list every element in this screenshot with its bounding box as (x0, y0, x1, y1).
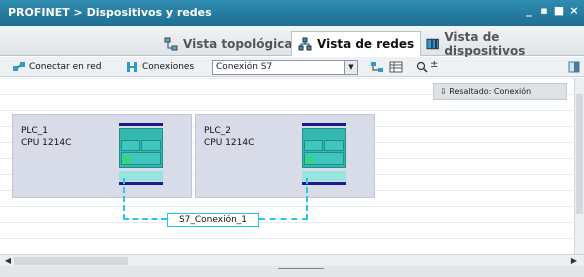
module-interface (302, 171, 346, 181)
zoom-stepper[interactable]: ± (430, 59, 438, 70)
zoom-icon[interactable] (416, 61, 428, 73)
tab-topology-label: Vista topológica (183, 36, 293, 51)
highlight-mode-label: ⇩ Resaltado: Conexión (433, 83, 567, 100)
tab-device-label: Vista de dispositivos (444, 29, 526, 58)
plc-module[interactable] (302, 123, 346, 185)
network-canvas[interactable]: ⇩ Resaltado: Conexión PLC_1 CPU 1214C PL… (0, 78, 574, 254)
scroll-right-icon[interactable]: ▶ (568, 256, 580, 266)
connection-label[interactable]: S7_Conexión_1 (167, 213, 259, 227)
connections-button[interactable]: Conexiones (121, 61, 198, 73)
plc-module[interactable] (119, 123, 163, 185)
module-bottom-bar (119, 182, 163, 185)
table-view-icon[interactable] (389, 61, 403, 73)
connect-network-icon (13, 61, 25, 71)
horizontal-scrollbar[interactable]: ◀ ▶ (0, 254, 584, 266)
module-top-bar (119, 123, 163, 126)
network-toolbar: Conectar en red Conexiones Conexión S7 ▼… (0, 57, 584, 77)
connection-line[interactable] (306, 178, 308, 220)
pin-icon: ⇩ (440, 87, 447, 96)
module-body (302, 128, 346, 168)
title-bar: PROFINET > Dispositivos y redes _ ▪ ■ × (0, 0, 584, 26)
device-plc-1[interactable]: PLC_1 CPU 1214C (12, 114, 192, 198)
splitter-bar (0, 266, 584, 277)
splitter-handle[interactable] (278, 268, 324, 275)
window-controls: _ ▪ ■ × (523, 5, 580, 17)
module-interface (119, 171, 163, 181)
module-top-bar (302, 123, 346, 126)
view-tab-bar: Vista topológica Vista de redes Vista de… (0, 26, 584, 58)
window-title: PROFINET > Dispositivos y redes (8, 6, 212, 19)
chevron-down-icon[interactable]: ▼ (344, 61, 357, 74)
connections-icon (127, 61, 137, 72)
tab-network-view[interactable]: Vista de redes (291, 31, 422, 56)
device-cpu: CPU 1214C (204, 138, 255, 148)
module-slot (141, 140, 161, 151)
connect-network-label: Conectar en red (29, 61, 102, 72)
module-bottom-bar (302, 182, 346, 185)
connections-label: Conexiones (142, 61, 195, 72)
connection-line[interactable] (123, 218, 167, 220)
device-icon (426, 38, 439, 49)
connection-line[interactable] (259, 218, 308, 220)
restore-icon[interactable]: ▪ (538, 5, 550, 17)
tab-network-label: Vista de redes (317, 36, 415, 51)
panel-toggle-icon[interactable] (568, 61, 580, 73)
maximize-icon[interactable]: ■ (553, 5, 565, 17)
module-slot (121, 140, 140, 151)
network-icon (298, 37, 312, 50)
device-name: PLC_1 (21, 126, 48, 136)
network-port-icon[interactable] (124, 157, 130, 163)
module-body (119, 128, 163, 168)
connection-line[interactable] (123, 178, 125, 220)
module-slot (324, 140, 344, 151)
connection-type-select[interactable]: Conexión S7 ▼ (212, 60, 358, 75)
tab-device-view[interactable]: Vista de dispositivos (420, 29, 584, 58)
connect-network-button[interactable]: Conectar en red (8, 61, 105, 73)
device-plc-2[interactable]: PLC_2 CPU 1214C (195, 114, 375, 198)
horizontal-scroll-thumb[interactable] (14, 257, 128, 265)
connection-type-value: Conexión S7 (216, 62, 273, 72)
scroll-left-icon[interactable]: ◀ (2, 256, 14, 266)
device-name: PLC_2 (204, 126, 231, 136)
topology-icon (164, 37, 178, 50)
tab-topology-view[interactable]: Vista topológica (158, 31, 298, 56)
minimize-icon[interactable]: _ (523, 5, 535, 17)
device-cpu: CPU 1214C (21, 138, 72, 148)
vertical-scroll-thumb[interactable] (576, 94, 583, 214)
module-slot (304, 140, 323, 151)
highlight-mode-text: Resaltado: Conexión (449, 87, 532, 96)
close-icon[interactable]: × (568, 5, 580, 17)
network-overview-icon[interactable] (370, 61, 384, 73)
network-port-icon[interactable] (307, 157, 313, 163)
vertical-scrollbar[interactable] (574, 78, 584, 254)
